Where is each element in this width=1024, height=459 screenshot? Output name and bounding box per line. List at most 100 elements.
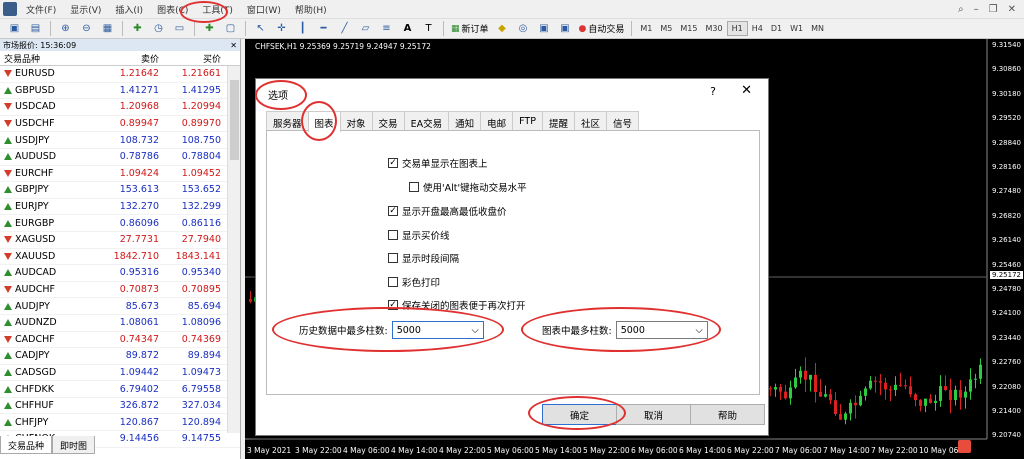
timeframe-m15[interactable]: M15 xyxy=(676,22,701,35)
checkbox-show-ask-line[interactable] xyxy=(388,230,398,240)
menu-tools[interactable]: 工具(T) xyxy=(195,3,240,16)
table-row[interactable]: EURCHF 1.09424 1.09452 xyxy=(0,166,240,183)
chevron-down-icon[interactable]: ⌵ xyxy=(472,325,479,336)
table-row[interactable]: CHFJPY 120.867 120.894 xyxy=(0,414,240,432)
tab-trade[interactable]: 交易 xyxy=(371,111,405,130)
timeframe-mn[interactable]: MN xyxy=(807,22,828,35)
table-row[interactable]: EURJPY 132.270 132.299 xyxy=(0,199,240,216)
checkbox-save-deleted-charts[interactable]: ✓ xyxy=(388,300,398,310)
menu-insert[interactable]: 插入(I) xyxy=(108,3,150,16)
table-row[interactable]: CHFDKK 6.79402 6.79558 xyxy=(0,381,240,398)
tab-objects[interactable]: 对象 xyxy=(339,111,373,130)
tab-email[interactable]: 电邮 xyxy=(480,111,514,130)
timeframe-w1[interactable]: W1 xyxy=(786,22,807,35)
checkbox-alt-drag[interactable] xyxy=(409,182,419,192)
tab-events[interactable]: 提醒 xyxy=(541,111,575,130)
menu-file[interactable]: 文件(F) xyxy=(19,3,63,16)
tab-ftp[interactable]: FTP xyxy=(512,111,543,130)
max-bars-history-combo[interactable]: 5000 ⌵ xyxy=(391,321,484,339)
crosshair-icon[interactable]: ✛ xyxy=(273,21,290,37)
tab-notifications[interactable]: 通知 xyxy=(448,111,482,130)
table-row[interactable]: XAGUSD 27.7731 27.7940 xyxy=(0,232,240,249)
table-row[interactable]: GBPJPY 153.613 153.652 xyxy=(0,182,240,199)
ok-button[interactable]: 确定 xyxy=(542,404,617,425)
table-row[interactable]: AUDNZD 1.08061 1.08096 xyxy=(0,315,240,332)
navigator-icon[interactable]: ◎ xyxy=(515,21,532,37)
auto-trading-button[interactable]: ● 自动交易 xyxy=(576,22,628,36)
tab-signals[interactable]: 信号 xyxy=(605,111,639,130)
timeframe-m30[interactable]: M30 xyxy=(702,22,727,35)
chevron-down-icon[interactable]: ⌵ xyxy=(696,325,703,336)
table-row[interactable]: AUDJPY 85.673 85.694 xyxy=(0,298,240,315)
menu-view[interactable]: 显示(V) xyxy=(63,3,108,16)
timeframe-h1[interactable]: H1 xyxy=(726,21,748,36)
checkbox-show-period-separators[interactable] xyxy=(388,253,398,263)
max-bars-chart-combo[interactable]: 5000 ⌵ xyxy=(615,321,708,339)
table-row[interactable]: AUDCHF 0.70873 0.70895 xyxy=(0,282,240,299)
restore-icon[interactable]: ❐ xyxy=(989,4,998,15)
vertical-line-icon[interactable]: ┃ xyxy=(294,21,311,37)
table-row[interactable]: USDCHF 0.89947 0.89970 xyxy=(0,116,240,133)
cursor-icon[interactable]: ↖ xyxy=(252,21,269,37)
indicators-icon[interactable]: ✚ xyxy=(129,21,146,37)
new-chart-icon[interactable]: ▣ xyxy=(6,21,23,37)
option-save-deleted-charts[interactable]: ✓ 保存关闭的图表便于再次打开 xyxy=(388,298,526,312)
table-row[interactable]: CADSGD 1.09442 1.09473 xyxy=(0,365,240,382)
search-icon[interactable]: ⌕ xyxy=(958,4,964,15)
close-icon[interactable]: ✕ xyxy=(230,41,237,50)
table-row[interactable]: EURGBP 0.86096 0.86116 xyxy=(0,215,240,232)
label-icon[interactable]: T xyxy=(420,21,437,37)
table-row[interactable]: XAUUSD 1842.710 1843.141 xyxy=(0,249,240,266)
zoom-in-icon[interactable]: ⊕ xyxy=(57,21,74,37)
trendline-icon[interactable]: ╱ xyxy=(336,21,353,37)
templates-icon[interactable]: ▭ xyxy=(171,21,188,37)
menu-help[interactable]: 帮助(H) xyxy=(288,3,334,16)
help-button[interactable]: 帮助 xyxy=(690,404,765,425)
table-row[interactable]: CADJPY 89.872 89.894 xyxy=(0,348,240,365)
new-order-button[interactable]: ▦ 新订单 xyxy=(448,22,492,36)
column-ask[interactable]: 买价 xyxy=(163,52,225,65)
profiles-icon[interactable]: ▤ xyxy=(27,21,44,37)
tab-symbols[interactable]: 交易品种 xyxy=(0,436,53,454)
minimize-icon[interactable]: – xyxy=(974,4,979,15)
tab-server[interactable]: 服务器 xyxy=(266,111,309,130)
window-icon[interactable]: ▢ xyxy=(222,21,239,37)
column-symbol[interactable]: 交易品种 xyxy=(0,52,102,65)
column-bid[interactable]: 卖价 xyxy=(102,52,163,65)
cancel-button[interactable]: 取消 xyxy=(616,404,691,425)
tile-windows-icon[interactable]: ▦ xyxy=(99,21,116,37)
option-show-period-separators[interactable]: 显示时段间隔 xyxy=(388,251,459,265)
tab-expert-advisors[interactable]: EA交易 xyxy=(403,111,450,130)
tab-community[interactable]: 社区 xyxy=(573,111,607,130)
table-row[interactable]: CADCHF 0.74347 0.74369 xyxy=(0,332,240,349)
periods-icon[interactable]: ◷ xyxy=(150,21,167,37)
terminal-icon[interactable]: ▣ xyxy=(536,21,553,37)
text-icon[interactable]: A xyxy=(399,21,416,37)
option-show-trade-levels[interactable]: ✓ 交易单显示在图表上 xyxy=(388,156,488,170)
checkbox-show-trade-levels[interactable]: ✓ xyxy=(388,158,398,168)
tester-icon[interactable]: ▣ xyxy=(557,21,574,37)
timeframe-m1[interactable]: M1 xyxy=(636,22,656,35)
table-row[interactable]: USDCAD 1.20968 1.20994 xyxy=(0,99,240,116)
scrollbar-thumb[interactable] xyxy=(230,80,239,160)
tab-charts[interactable]: 图表 xyxy=(307,111,341,132)
menu-charts[interactable]: 图表(C) xyxy=(150,3,195,16)
timeframe-d1[interactable]: D1 xyxy=(767,22,786,35)
help-icon[interactable]: ? xyxy=(710,85,716,98)
option-color-print[interactable]: 彩色打印 xyxy=(388,275,440,289)
checkbox-color-print[interactable] xyxy=(388,277,398,287)
table-row[interactable]: USDJPY 108.732 108.750 xyxy=(0,132,240,149)
close-icon[interactable]: ✕ xyxy=(741,83,752,98)
menu-window[interactable]: 窗口(W) xyxy=(240,3,288,16)
timeframe-m5[interactable]: M5 xyxy=(656,22,676,35)
table-row[interactable]: EURUSD 1.21642 1.21661 xyxy=(0,66,240,83)
option-show-ohlc[interactable]: ✓ 显示开盘最高最低收盘价 xyxy=(388,204,507,218)
table-row[interactable]: AUDCAD 0.95316 0.95340 xyxy=(0,265,240,282)
option-alt-drag[interactable]: 使用'Alt'键拖动交易水平 xyxy=(409,180,527,194)
checkbox-show-ohlc[interactable]: ✓ xyxy=(388,206,398,216)
option-show-ask-line[interactable]: 显示买价线 xyxy=(388,228,450,242)
alerts-icon[interactable]: ◆ xyxy=(494,21,511,37)
table-row[interactable]: AUDUSD 0.78786 0.78804 xyxy=(0,149,240,166)
zoom-out-icon[interactable]: ⊖ xyxy=(78,21,95,37)
tab-tick-chart[interactable]: 即时图 xyxy=(52,436,96,454)
